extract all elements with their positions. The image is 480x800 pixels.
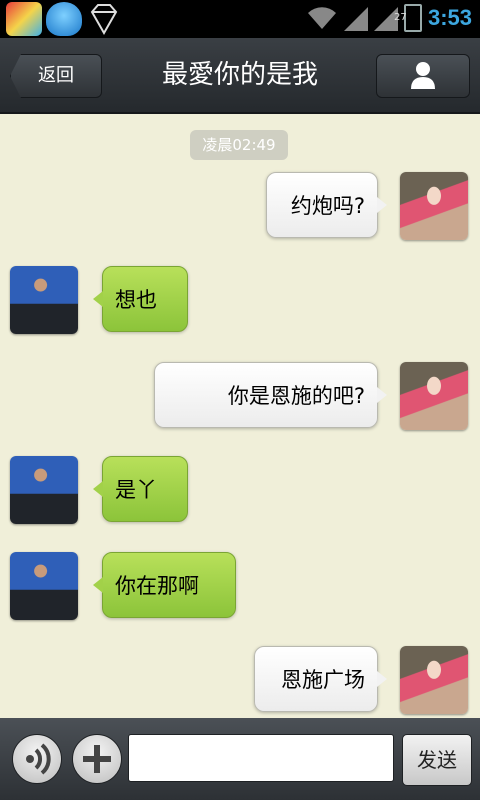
input-bar: 发送: [0, 718, 480, 800]
avatar[interactable]: [400, 362, 468, 430]
message-bubble-outgoing[interactable]: 恩施广场: [254, 646, 387, 712]
battery-level: 27: [393, 12, 407, 23]
title-bar: 返回 最愛你的是我: [0, 38, 480, 114]
send-button[interactable]: 发送: [402, 734, 472, 786]
profile-button[interactable]: [376, 54, 470, 98]
signal-icon: [343, 7, 368, 31]
timestamp-chip: 凌晨02:49: [190, 130, 288, 160]
avatar[interactable]: [10, 456, 78, 524]
diamond-icon: [86, 2, 122, 36]
app-icon-browser: [6, 2, 42, 36]
qq-penguin-icon: [46, 2, 82, 36]
page-title: 最愛你的是我: [161, 60, 318, 90]
clock: 3:53: [427, 5, 472, 30]
avatar[interactable]: [400, 172, 468, 240]
avatar[interactable]: [10, 552, 78, 620]
message-bubble-outgoing[interactable]: 约炮吗?: [266, 172, 387, 238]
message-input[interactable]: [128, 734, 394, 782]
battery-icon: 27: [394, 4, 422, 32]
system-indicators: 27 3:53: [306, 4, 472, 32]
message-bubble-incoming[interactable]: 是丫: [93, 456, 188, 522]
plus-button[interactable]: [72, 734, 122, 784]
message-bubble-outgoing[interactable]: 你是恩施的吧?: [154, 362, 387, 428]
chat-area[interactable]: 凌晨02:49 约炮吗? 想也 你是恩施的吧? 是丫 你在那啊 恩施广场: [0, 114, 480, 718]
avatar[interactable]: [10, 266, 78, 334]
voice-icon: [26, 743, 51, 775]
status-bar: 27 3:53: [0, 0, 480, 38]
person-icon: [411, 62, 435, 89]
message-bubble-incoming[interactable]: 想也: [93, 266, 188, 332]
message-bubble-incoming[interactable]: 你在那啊: [93, 552, 236, 618]
notification-icons: [6, 2, 122, 36]
back-button[interactable]: 返回: [10, 54, 102, 98]
plus-icon: [83, 745, 111, 773]
wifi-icon: [307, 7, 336, 30]
voice-button[interactable]: [12, 734, 62, 784]
avatar[interactable]: [400, 646, 468, 714]
